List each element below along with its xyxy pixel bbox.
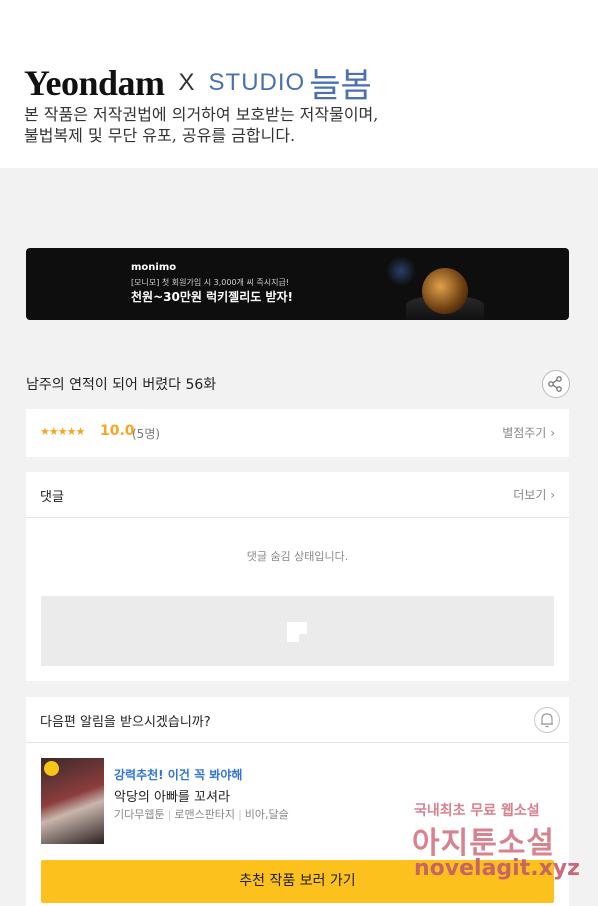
chevron-right-icon: › bbox=[550, 488, 555, 502]
ad-banner[interactable]: monimo [모니모] 첫 회원가입 시 3,000개 씨 즉시지급! 천원~… bbox=[26, 248, 569, 320]
episode-title: 남주의 연적이 되어 버렸다 56화 bbox=[26, 377, 217, 393]
comment-header: 댓글 더보기 › bbox=[26, 472, 569, 518]
banner-line-2: 천원~30만원 럭키젤리도 받자! bbox=[131, 290, 294, 304]
next-episode-notify-card: 다음편 알림을 받으시겠습니까? 강력추천! 이건 꼭 봐야해 악당의 아빠를 … bbox=[26, 697, 569, 906]
star-rating: ★★★★★ bbox=[40, 425, 85, 438]
placeholder-icon-notch bbox=[299, 634, 307, 642]
bell-icon bbox=[541, 713, 553, 728]
rating-score: 10.0 bbox=[100, 423, 135, 439]
brand-logos: Yeondam X STUDIO 늘봄 bbox=[24, 58, 372, 107]
comments-hidden-message: 댓글 숨김 상태입니다. bbox=[246, 550, 349, 563]
recommend-title[interactable]: 악당의 아빠를 꼬셔라 bbox=[114, 786, 230, 805]
banner-decoration bbox=[386, 256, 416, 286]
comment-title: 댓글 bbox=[40, 490, 64, 505]
rate-link-label: 별점주기 bbox=[502, 426, 547, 440]
view-recommended-button[interactable]: 추천 작품 보러 가기 bbox=[41, 860, 554, 903]
copyright-header: Yeondam X STUDIO 늘봄 본 작품은 저작권법에 의거하여 보호받… bbox=[0, 0, 598, 168]
tag-authors: 비아,달슬 bbox=[244, 808, 289, 821]
share-button[interactable] bbox=[542, 370, 570, 398]
comments-more-button[interactable]: 더보기 › bbox=[513, 486, 555, 503]
recommended-cover-image[interactable] bbox=[41, 758, 104, 844]
notify-question: 다음편 알림을 받으시겠습니까? bbox=[40, 715, 211, 730]
clock-badge-icon bbox=[44, 761, 59, 776]
rating-count: (5명) bbox=[132, 427, 161, 441]
banner-brand: monimo bbox=[131, 262, 177, 273]
neulbom-logo: 늘봄 bbox=[309, 66, 372, 106]
collab-x: X bbox=[178, 68, 195, 96]
studio-logo: STUDIO bbox=[208, 68, 306, 96]
comment-placeholder bbox=[41, 596, 554, 666]
tag-genre: 로맨스판타지 bbox=[174, 808, 236, 821]
recommend-label: 강력추천! 이건 꼭 봐야해 bbox=[114, 768, 243, 782]
chevron-right-icon: › bbox=[550, 426, 555, 440]
comment-card: 댓글 더보기 › 댓글 숨김 상태입니다. bbox=[26, 472, 569, 681]
rating-card: ★★★★★ 10.0 (5명) 별점주기 › bbox=[26, 409, 569, 457]
notify-header: 다음편 알림을 받으시겠습니까? bbox=[26, 697, 569, 743]
banner-line-1: [모니모] 첫 회원가입 시 3,000개 씨 즉시지급! bbox=[131, 278, 290, 287]
rate-button[interactable]: 별점주기 › bbox=[502, 424, 555, 441]
copyright-notice: 본 작품은 저작권법에 의거하여 보호받는 저작물이며, 불법복제 및 무단 유… bbox=[24, 104, 378, 146]
yeondam-logo: Yeondam bbox=[24, 62, 165, 103]
share-icon bbox=[548, 376, 562, 392]
tag-category: 기다무웹툰 bbox=[114, 808, 165, 821]
more-label: 더보기 bbox=[513, 488, 547, 502]
jelly-orb-image bbox=[422, 268, 468, 314]
notice-line-1: 본 작품은 저작권법에 의거하여 보호받는 저작물이며, bbox=[24, 105, 379, 124]
notice-line-2: 불법복제 및 무단 유포, 공유를 금합니다. bbox=[24, 126, 296, 145]
recommend-tags: 기다무웹툰 | 로맨스판타지 | 비아,달슬 bbox=[114, 808, 289, 821]
notify-bell-button[interactable] bbox=[534, 707, 560, 733]
